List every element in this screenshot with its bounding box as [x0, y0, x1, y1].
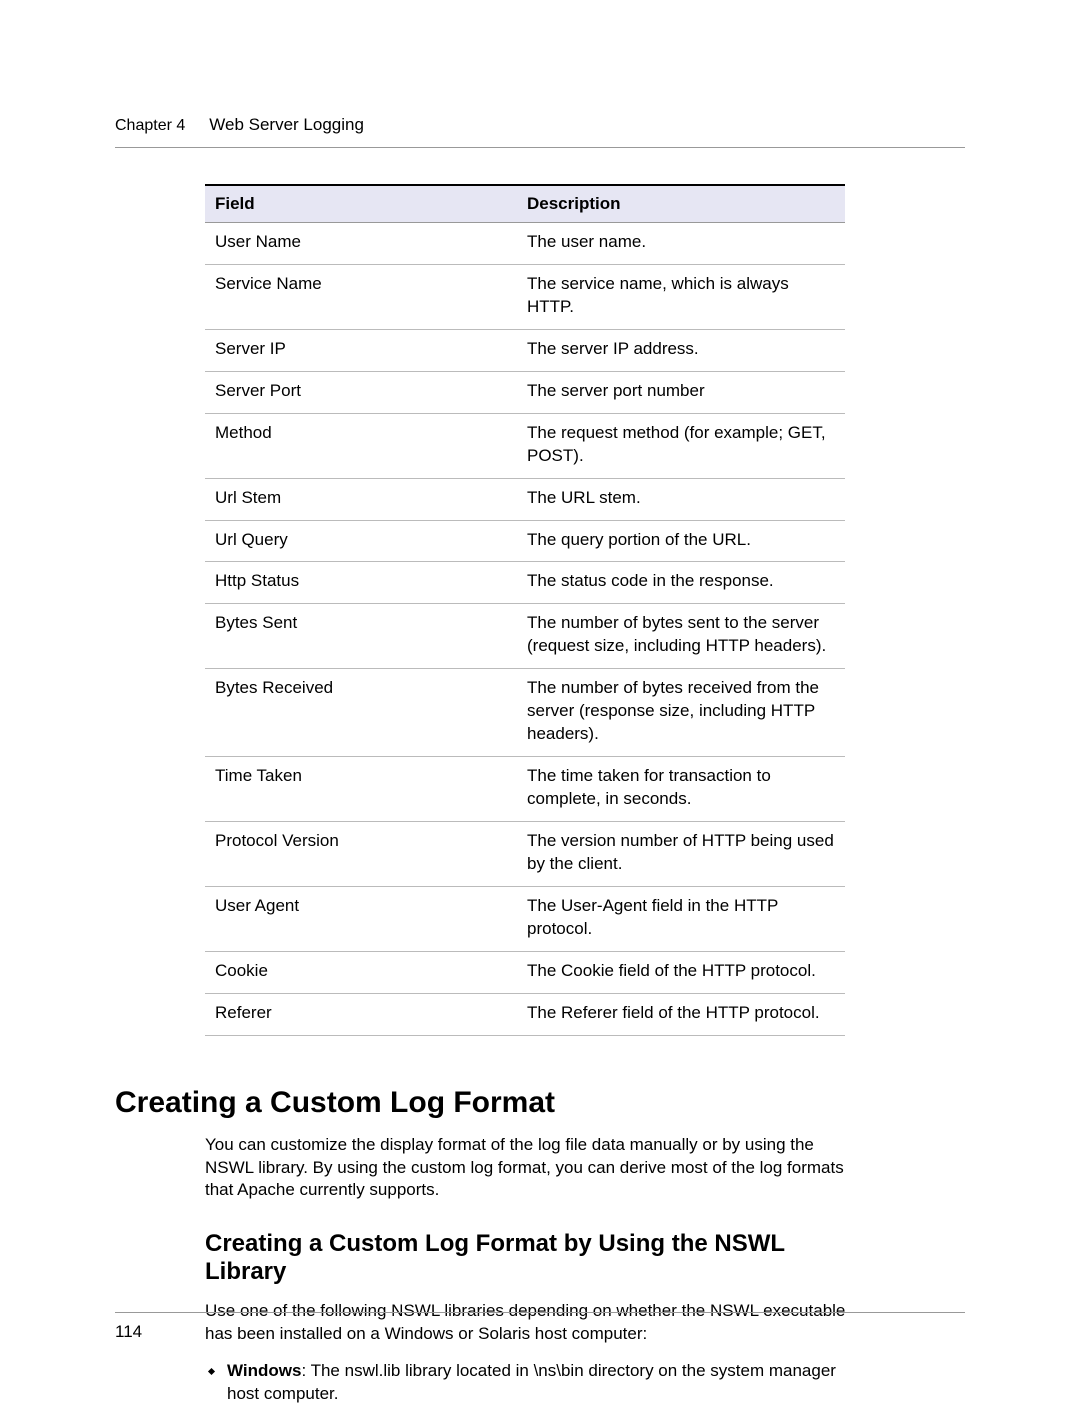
cell-description: The query portion of the URL.	[517, 520, 845, 562]
bullet-lead: Windows	[227, 1361, 301, 1380]
cell-field: Bytes Received	[205, 669, 517, 757]
page: Chapter 4 Web Server Logging Field Descr…	[0, 0, 1080, 1397]
table-row: User NameThe user name.	[205, 223, 845, 265]
col-description: Description	[517, 185, 845, 223]
cell-description: The user name.	[517, 223, 845, 265]
table-row: Url QueryThe query portion of the URL.	[205, 520, 845, 562]
cell-field: Http Status	[205, 562, 517, 604]
cell-field: Referer	[205, 993, 517, 1035]
cell-description: The request method (for example; GET, PO…	[517, 413, 845, 478]
table-row: User AgentThe User-Agent field in the HT…	[205, 886, 845, 951]
table-row: RefererThe Referer field of the HTTP pro…	[205, 993, 845, 1035]
section-heading: Creating a Custom Log Format	[115, 1086, 965, 1120]
table-row: Server PortThe server port number	[205, 371, 845, 413]
table-row: Server IPThe server IP address.	[205, 329, 845, 371]
table-row: Bytes SentThe number of bytes sent to th…	[205, 604, 845, 669]
page-number: 114	[115, 1322, 142, 1342]
table-row: Protocol VersionThe version number of HT…	[205, 821, 845, 886]
table-row: Service NameThe service name, which is a…	[205, 264, 845, 329]
cell-description: The server port number	[517, 371, 845, 413]
cell-field: Server IP	[205, 329, 517, 371]
cell-field: Protocol Version	[205, 821, 517, 886]
subsection-intro: Use one of the following NSWL libraries …	[205, 1300, 850, 1346]
cell-field: Time Taken	[205, 757, 517, 822]
cell-description: The status code in the response.	[517, 562, 845, 604]
cell-description: The server IP address.	[517, 329, 845, 371]
chapter-label: Chapter 4	[115, 117, 185, 135]
table-row: CookieThe Cookie field of the HTTP proto…	[205, 951, 845, 993]
footer-rule	[115, 1312, 965, 1313]
list-item: Windows: The nswl.lib library located in…	[205, 1360, 850, 1406]
section-intro: You can customize the display format of …	[205, 1134, 850, 1203]
table-row: Time TakenThe time taken for transaction…	[205, 757, 845, 822]
subsection-heading: Creating a Custom Log Format by Using th…	[205, 1230, 865, 1286]
cell-description: The time taken for transaction to comple…	[517, 757, 845, 822]
col-field: Field	[205, 185, 517, 223]
cell-field: Method	[205, 413, 517, 478]
cell-description: The number of bytes sent to the server (…	[517, 604, 845, 669]
cell-description: The User-Agent field in the HTTP protoco…	[517, 886, 845, 951]
cell-description: The URL stem.	[517, 478, 845, 520]
cell-description: The number of bytes received from the se…	[517, 669, 845, 757]
field-description-table: Field Description User NameThe user name…	[205, 184, 845, 1036]
cell-field: Server Port	[205, 371, 517, 413]
cell-field: Service Name	[205, 264, 517, 329]
cell-description: The Referer field of the HTTP protocol.	[517, 993, 845, 1035]
cell-field: Url Query	[205, 520, 517, 562]
chapter-title: Web Server Logging	[209, 115, 364, 135]
cell-field: Bytes Sent	[205, 604, 517, 669]
cell-field: Cookie	[205, 951, 517, 993]
bullet-list: Windows: The nswl.lib library located in…	[205, 1360, 850, 1406]
table-row: Http StatusThe status code in the respon…	[205, 562, 845, 604]
cell-field: User Agent	[205, 886, 517, 951]
table-header-row: Field Description	[205, 185, 845, 223]
table-row: Url StemThe URL stem.	[205, 478, 845, 520]
cell-field: User Name	[205, 223, 517, 265]
cell-description: The Cookie field of the HTTP protocol.	[517, 951, 845, 993]
running-head: Chapter 4 Web Server Logging	[115, 115, 965, 148]
cell-description: The service name, which is always HTTP.	[517, 264, 845, 329]
cell-description: The version number of HTTP being used by…	[517, 821, 845, 886]
table-row: MethodThe request method (for example; G…	[205, 413, 845, 478]
cell-field: Url Stem	[205, 478, 517, 520]
table-row: Bytes ReceivedThe number of bytes receiv…	[205, 669, 845, 757]
